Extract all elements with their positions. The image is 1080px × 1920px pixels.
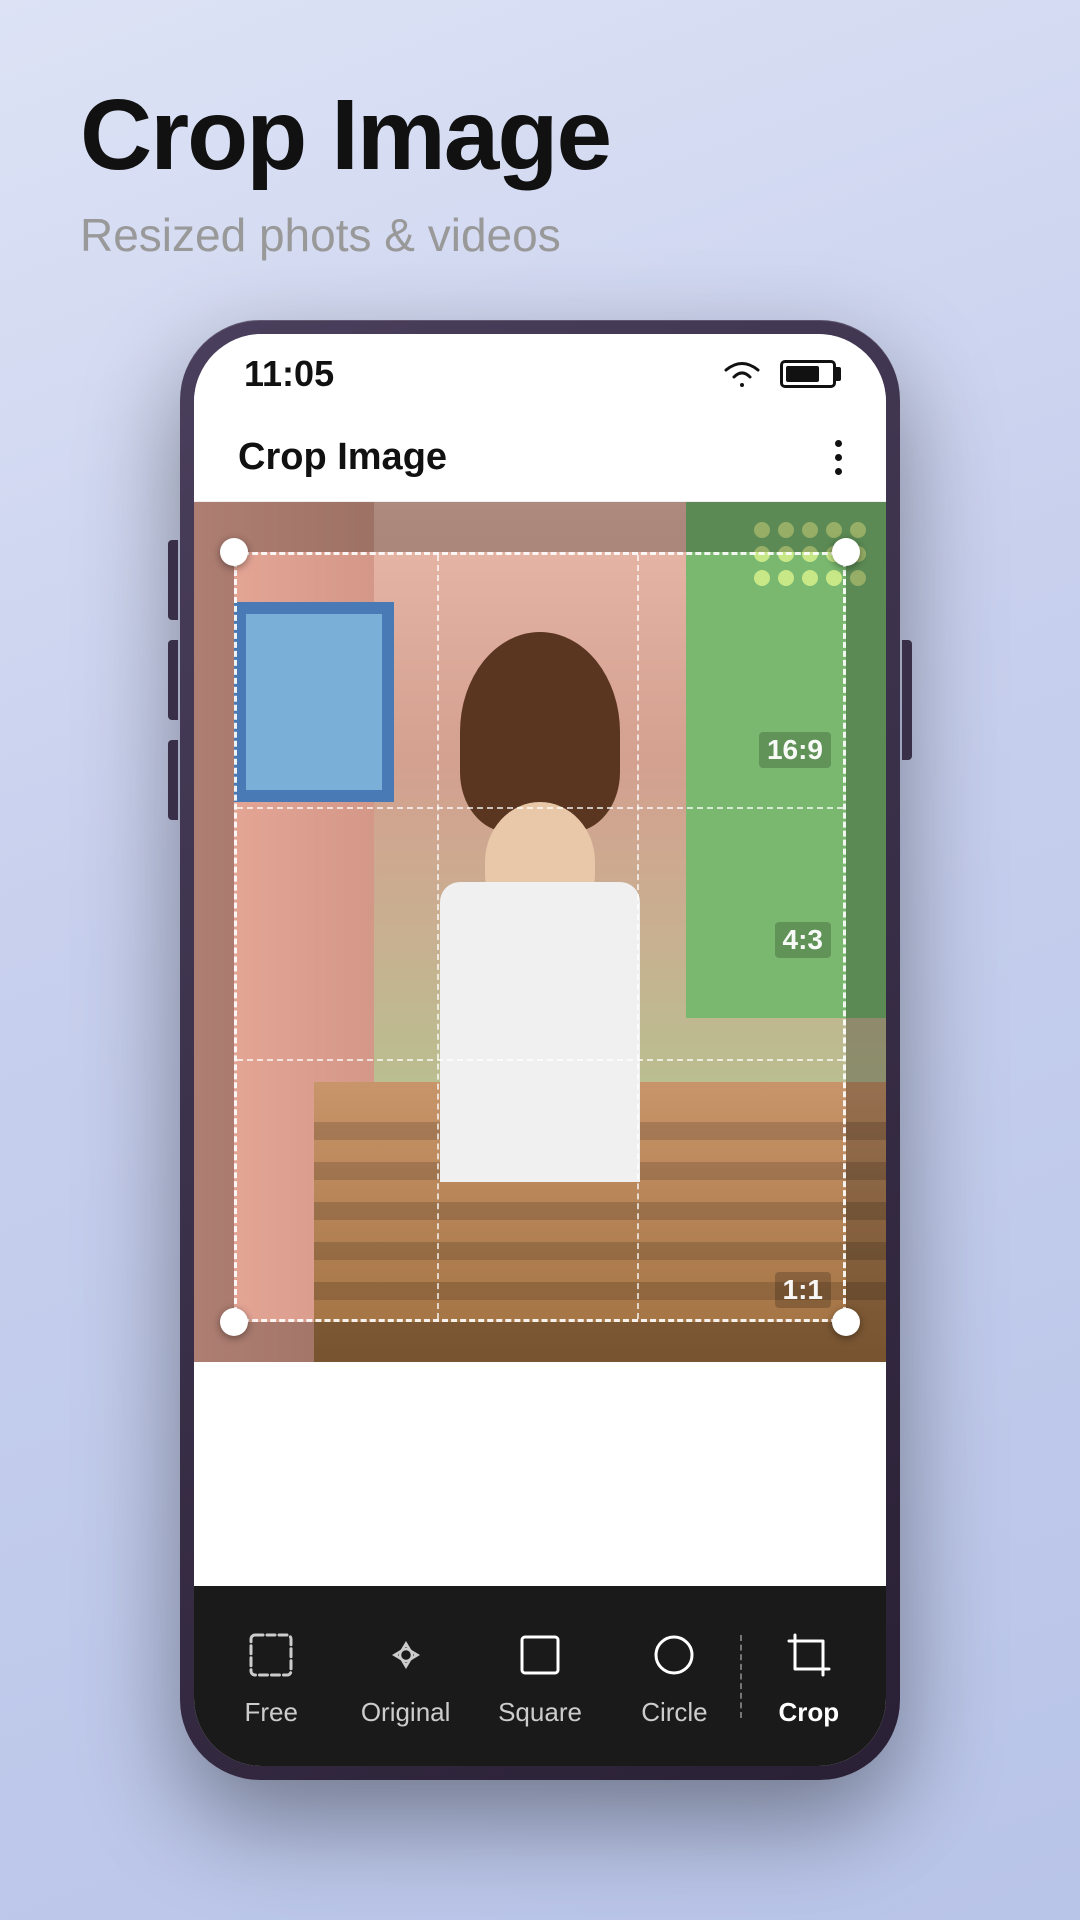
crop-grid-v1 [437,555,439,1319]
tool-circle-label: Circle [641,1697,707,1728]
ratio-label-4-3: 4:3 [775,922,831,958]
status-bar: 11:05 [194,334,886,414]
crop-grid-h1 [237,807,843,809]
square-icon [510,1625,570,1685]
free-icon [241,1625,301,1685]
battery-fill [786,366,819,382]
circle-icon [644,1625,704,1685]
tool-square[interactable]: Square [473,1625,607,1728]
page-subtitle: Resized phots & videos [80,208,610,262]
crop-shadow-left [194,552,234,1322]
tool-original[interactable]: Original [338,1625,472,1728]
phone-inner: 11:05 Crop Image [194,334,886,1766]
ratio-label-16-9: 16:9 [759,732,831,768]
wifi-icon [720,357,764,391]
tool-circle[interactable]: Circle [607,1625,741,1728]
crop-shadow-top [194,502,886,552]
page-header: Crop Image Resized phots & videos [80,80,610,262]
menu-button[interactable] [835,440,842,475]
crop-grid-h2 [237,1059,843,1061]
image-editor-area[interactable]: 16:9 4:3 1:1 [194,502,886,1362]
app-header: Crop Image [194,414,886,502]
crop-handle-top-left[interactable] [220,538,248,566]
crop-handle-top-right[interactable] [832,538,860,566]
tool-crop-label: Crop [778,1697,839,1728]
phone-outer: 11:05 Crop Image [180,320,900,1780]
original-icon [376,1625,436,1685]
tool-crop[interactable]: Crop [742,1625,876,1728]
status-icons [720,357,836,391]
tool-original-label: Original [361,1697,451,1728]
crop-icon [779,1625,839,1685]
crop-grid-v2 [637,555,639,1319]
tool-free-label: Free [244,1697,297,1728]
app-header-title: Crop Image [238,436,447,479]
crop-handle-bottom-right[interactable] [832,1308,860,1336]
crop-shadow-bottom [194,1322,886,1362]
page-title: Crop Image [80,80,610,190]
menu-dot [835,468,842,475]
bottom-toolbar: Free Original [194,1586,886,1766]
phone-mockup: 11:05 Crop Image [180,320,900,1820]
crop-shadow-right [846,552,886,1322]
status-time: 11:05 [244,353,334,395]
crop-handle-bottom-left[interactable] [220,1308,248,1336]
battery-icon [780,360,836,388]
tool-free[interactable]: Free [204,1625,338,1728]
crop-box[interactable] [234,552,846,1322]
ratio-label-1-1: 1:1 [775,1272,831,1308]
menu-dot [835,440,842,447]
menu-dot [835,454,842,461]
tool-square-label: Square [498,1697,582,1728]
